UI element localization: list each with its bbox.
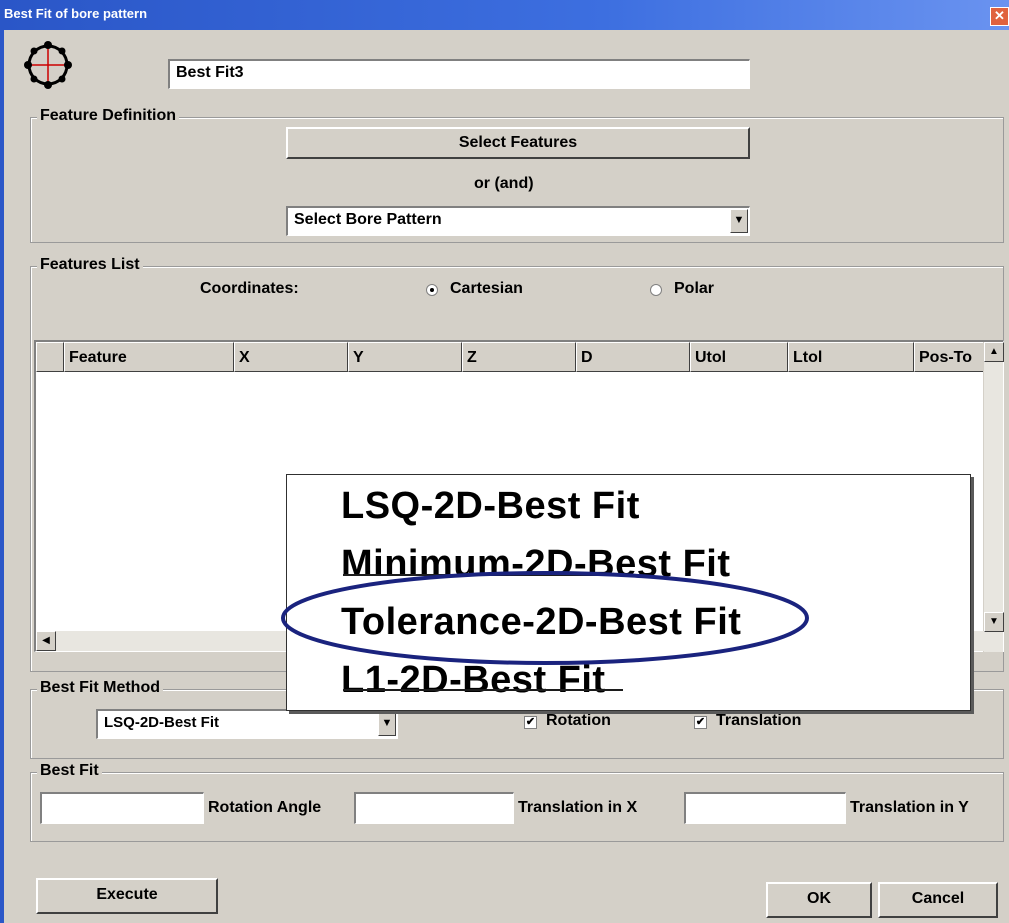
best-fit-title: Best Fit <box>37 762 102 780</box>
translation-x-label: Translation in X <box>518 799 638 816</box>
features-list-title: Features List <box>37 256 143 274</box>
bore-pattern-value: Select Bore Pattern <box>294 211 442 228</box>
column-header-feature[interactable]: Feature <box>64 342 234 372</box>
rotation-angle-field[interactable] <box>354 792 514 824</box>
column-header-ltol[interactable]: Ltol <box>788 342 914 372</box>
window-title: Best Fit of bore pattern <box>4 6 148 21</box>
execute-button[interactable]: Execute <box>36 878 218 914</box>
title-bar[interactable]: Best Fit of bore pattern ✕ <box>0 0 1009 30</box>
option-tolerance[interactable]: Tolerance-2D-Best Fit <box>341 601 741 644</box>
dialog-window: Best Fit of bore pattern ✕ Best Fit3 Fea… <box>0 0 1009 923</box>
bore-pattern-icon <box>24 41 72 89</box>
select-features-button[interactable]: Select Features <box>286 127 750 159</box>
cartesian-label: Cartesian <box>450 280 523 297</box>
coordinates-label: Coordinates: <box>200 280 299 297</box>
column-header-z[interactable]: Z <box>462 342 576 372</box>
vertical-scrollbar[interactable]: ▲ ▼ <box>983 342 1004 652</box>
table-header-corner <box>36 342 64 372</box>
column-header-utol[interactable]: Utol <box>690 342 788 372</box>
rotation-checkbox[interactable]: ✔ <box>524 716 537 729</box>
best-fit-method-dropdown[interactable]: LSQ-2D-Best Fit Minimum-2D-Best Fit Tole… <box>286 474 971 711</box>
chevron-down-icon[interactable]: ▼ <box>730 209 748 233</box>
column-header-x[interactable]: X <box>234 342 348 372</box>
column-header-y[interactable]: Y <box>348 342 462 372</box>
rotation-angle-label: Rotation Angle <box>208 799 322 816</box>
bore-pattern-select[interactable]: Select Bore Pattern ▼ <box>286 206 750 236</box>
best-fit-name-input[interactable]: Best Fit3 <box>168 59 750 89</box>
translation-x-field[interactable] <box>684 792 846 824</box>
option-strike-l1 <box>343 689 623 691</box>
cancel-button[interactable]: Cancel <box>878 882 998 918</box>
option-l1[interactable]: L1-2D-Best Fit <box>341 659 606 702</box>
option-lsq[interactable]: LSQ-2D-Best Fit <box>341 485 640 528</box>
close-icon[interactable]: ✕ <box>990 7 1009 26</box>
translation-label: Translation <box>716 712 802 729</box>
column-header-d[interactable]: D <box>576 342 690 372</box>
translation-y-label: Translation in Y <box>850 799 969 816</box>
scroll-up-icon[interactable]: ▲ <box>984 342 1004 362</box>
option-strike-minimum <box>343 574 603 576</box>
column-header-pos-tol[interactable]: Pos-To <box>914 342 986 372</box>
polar-label: Polar <box>674 280 715 297</box>
best-fit-method-title: Best Fit Method <box>37 679 163 697</box>
best-fit-method-select[interactable]: LSQ-2D-Best Fit ▼ <box>96 709 398 739</box>
radio-dot <box>430 288 434 292</box>
feature-definition-title: Feature Definition <box>37 107 180 125</box>
polar-radio[interactable] <box>650 284 662 296</box>
cartesian-radio[interactable] <box>426 284 438 296</box>
rotation-label: Rotation <box>546 712 611 729</box>
chevron-down-icon[interactable]: ▼ <box>378 712 396 736</box>
or-and-label: or (and) <box>474 175 534 192</box>
best-fit-method-value: LSQ-2D-Best Fit <box>104 714 220 731</box>
ok-button[interactable]: OK <box>766 882 872 918</box>
scroll-left-icon[interactable]: ◀ <box>36 631 56 651</box>
option-minimum[interactable]: Minimum-2D-Best Fit <box>341 543 731 586</box>
best-fit-value-field[interactable] <box>40 792 204 824</box>
scroll-down-icon[interactable]: ▼ <box>984 612 1004 632</box>
translation-checkbox[interactable]: ✔ <box>694 716 707 729</box>
